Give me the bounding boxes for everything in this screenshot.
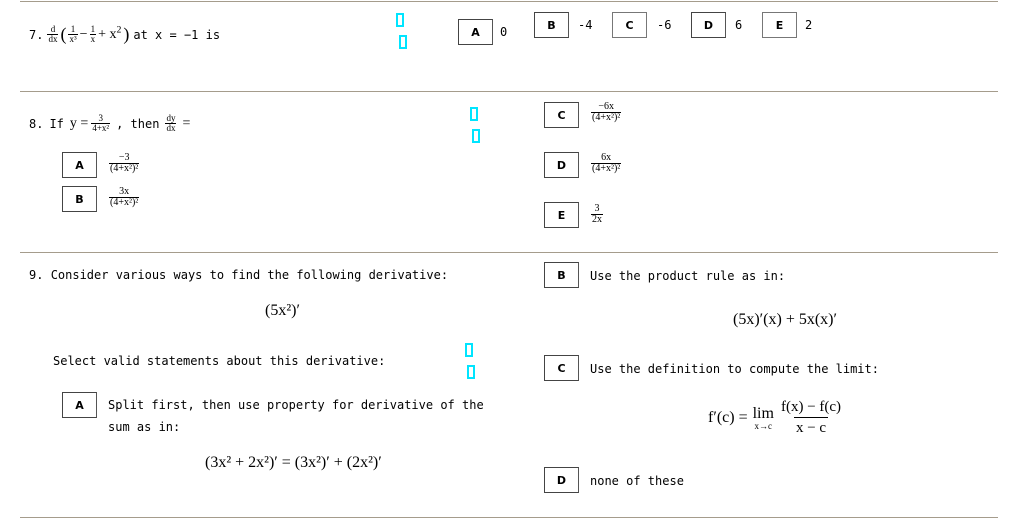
marker-icon (399, 35, 407, 49)
option-c-text: -6 (657, 18, 672, 32)
question-8-stem: 8. If y = 3 4+x² , then dy dx = (29, 114, 190, 133)
option-b-text: Use the product rule as in: (590, 269, 786, 283)
question-9-stem: 9. Consider various ways to find the fol… (29, 268, 448, 282)
option-b-button[interactable]: B (62, 186, 97, 212)
option-d-text: none of these (590, 474, 684, 488)
y-definition: y = 3 4+x² (69, 113, 111, 133)
question-7-expression: d dx ( 1 x³ − 1 x + x2 ) (47, 24, 129, 45)
option-c-text: Use the definition to compute the limit: (590, 362, 879, 376)
then-word: , then (116, 116, 160, 131)
question-number: 8. (29, 116, 44, 131)
option-c-button[interactable]: C (544, 355, 579, 381)
minus-sign: − (79, 26, 88, 42)
marker-icon (470, 107, 478, 121)
option-c-button[interactable]: C (612, 12, 647, 38)
option-a-button[interactable]: A (62, 392, 97, 418)
option-d-text: 6 (735, 18, 743, 32)
option-d-button[interactable]: D (544, 152, 579, 178)
option-b-formula: (5x)′(x) + 5x(x)′ (733, 311, 837, 328)
question-7-tail: at x = −1 is (133, 27, 221, 42)
close-paren: ) (123, 24, 130, 44)
divider-q7-q8 (20, 91, 998, 92)
difference-quotient: f(x) − f(c) x − c (780, 399, 842, 436)
option-b-text: 3x (4+x²)² (109, 186, 140, 208)
option-a-button[interactable]: A (62, 152, 97, 178)
open-paren: ( (60, 24, 67, 44)
option-a-text-line-1: Split first, then use property for deriv… (108, 398, 484, 412)
option-c-formula: f′(c) = lim x→c f(x) − f(c) x − c (708, 399, 842, 436)
option-e-text: 2 (805, 18, 813, 32)
option-a-text-line-2: sum as in: (108, 420, 181, 434)
option-a-button[interactable]: A (458, 19, 493, 45)
option-d-text: 6x (4+x²)² (591, 152, 622, 174)
option-b-text: -4 (578, 18, 593, 32)
question-9-select-prompt: Select valid statements about this deriv… (53, 354, 386, 368)
option-d-button[interactable]: D (691, 12, 726, 38)
divider-bottom (20, 517, 998, 518)
question-9-prompt: Consider various ways to find the follow… (50, 268, 449, 282)
question-number: 9. (29, 268, 44, 282)
option-e-button[interactable]: E (762, 12, 797, 38)
option-d-button[interactable]: D (544, 467, 579, 493)
divider-q8-q9 (20, 252, 998, 253)
term-2: 1 x (89, 24, 97, 44)
question-9-expression: (5x²)′ (265, 302, 300, 319)
option-a-formula: (3x² + 2x²)′ = (3x²)′ + (2x²)′ (205, 454, 382, 471)
deriv-operator: d dx (47, 24, 59, 44)
marker-icon (467, 365, 475, 379)
option-e-button[interactable]: E (544, 202, 579, 228)
marker-icon (472, 129, 480, 143)
limit-operator: lim x→c (752, 404, 774, 431)
question-7-stem: 7. d dx ( 1 x³ − 1 x + x2 ) at x = −1 is (29, 24, 220, 45)
option-b-button[interactable]: B (544, 262, 579, 288)
if-word: If (49, 116, 64, 131)
term-3: + x2 (98, 23, 122, 42)
divider-top (20, 1, 998, 2)
option-b-button[interactable]: B (534, 12, 569, 38)
term-1: 1 x³ (68, 24, 78, 44)
option-e-text: 3 2x (591, 203, 603, 225)
dydx-expression: dy dx = (165, 113, 191, 133)
option-a-text: −3 (4+x²)² (109, 152, 140, 174)
y-fraction: 3 4+x² (91, 113, 111, 133)
option-a-text: 0 (500, 25, 508, 39)
question-number: 7. (29, 27, 44, 42)
option-c-button[interactable]: C (544, 102, 579, 128)
marker-icon (465, 343, 473, 357)
option-c-text: −6x (4+x²)² (591, 101, 622, 123)
marker-icon (396, 13, 404, 27)
